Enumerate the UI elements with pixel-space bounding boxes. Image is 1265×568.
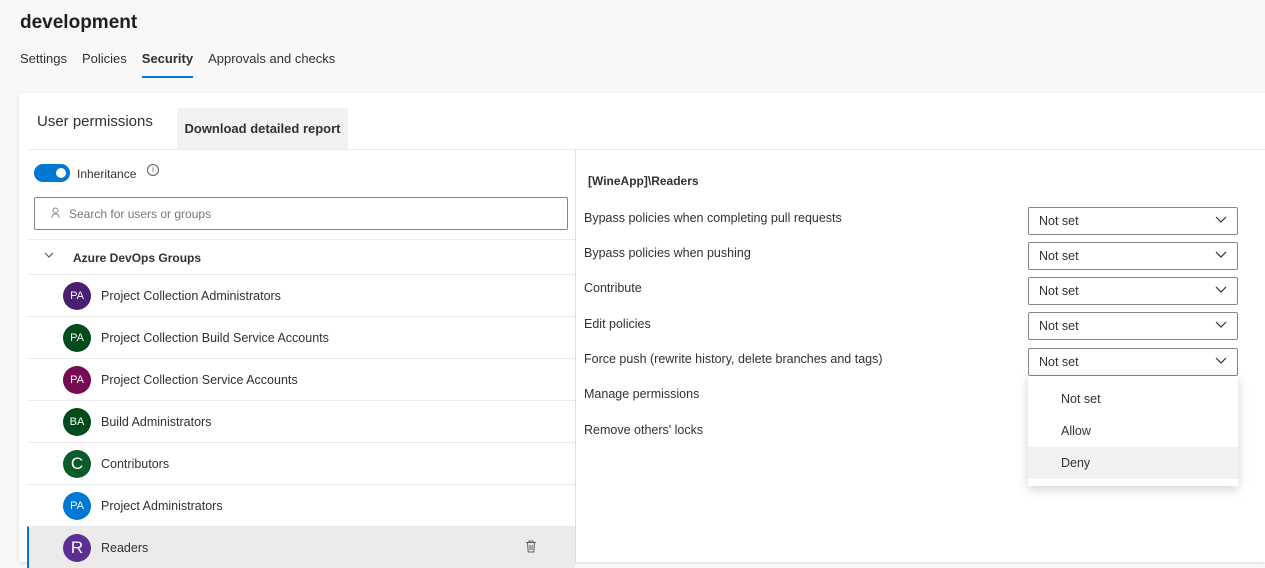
permission-label: Edit policies [584, 317, 651, 331]
option-label: Deny [1061, 456, 1091, 470]
permission-dropdown-menu: Not set Allow Deny [1028, 376, 1238, 486]
tab-settings[interactable]: Settings [20, 50, 67, 78]
list-item-label: Contributors [101, 457, 170, 471]
tab-security[interactable]: Security [141, 50, 194, 78]
permission-label: Contribute [584, 281, 642, 295]
option-label: Allow [1061, 424, 1091, 438]
list-item[interactable]: BA Build Administrators [27, 400, 575, 442]
chevron-down-icon [1215, 251, 1227, 258]
permission-label: Bypass policies when completing pull req… [584, 211, 842, 225]
list-item-label: Readers [101, 541, 149, 555]
select-value: Not set [1039, 249, 1079, 263]
permission-select-open[interactable]: Not set [1028, 348, 1238, 376]
list-item-label: Project Collection Build Service Account… [101, 331, 329, 345]
card-title: User permissions [37, 113, 153, 130]
toggle-knob [56, 168, 66, 178]
group-header-label: Azure DevOps Groups [73, 251, 202, 265]
page-title: development [20, 12, 138, 33]
select-value: Not set [1039, 355, 1079, 369]
list-item[interactable]: PA Project Collection Service Accounts [27, 358, 575, 400]
permission-label: Force push (rewrite history, delete bran… [584, 352, 883, 366]
list-item[interactable]: PA Project Collection Administrators [27, 274, 575, 316]
list-item-label: Project Administrators [101, 499, 223, 513]
trash-icon[interactable] [525, 540, 537, 553]
inheritance-toggle[interactable] [34, 164, 70, 182]
permission-select[interactable]: Not set [1028, 242, 1238, 270]
chevron-down-icon [1215, 286, 1227, 293]
avatar: PA [63, 324, 91, 352]
permission-label: Manage permissions [584, 387, 700, 401]
chevron-down-icon [1215, 216, 1227, 223]
list-item[interactable]: C Contributors [27, 442, 575, 484]
list-item-label: Project Collection Administrators [101, 289, 281, 303]
search-input[interactable] [67, 198, 551, 229]
dropdown-option-not-set[interactable]: Not set [1028, 383, 1238, 415]
permission-label: Bypass policies when pushing [584, 246, 751, 260]
tab-bar: Settings Policies Security Approvals and… [20, 50, 350, 78]
tab-policies[interactable]: Policies [82, 50, 127, 78]
avatar: C [63, 450, 91, 478]
avatar: PA [63, 282, 91, 310]
group-header-azure-devops[interactable]: Azure DevOps Groups [27, 239, 575, 274]
list-item[interactable]: PA Project Collection Build Service Acco… [27, 316, 575, 358]
chevron-down-icon [1215, 321, 1227, 328]
list-item-label: Project Collection Service Accounts [101, 373, 298, 387]
inheritance-label: Inheritance [77, 167, 137, 181]
avatar: PA [63, 492, 91, 520]
option-label: Not set [1061, 392, 1101, 406]
select-value: Not set [1039, 319, 1079, 333]
groups-panel: Inheritance i Azure DevOps Groups PA Pro… [27, 149, 576, 568]
permissions-card: User permissions Download detailed repor… [19, 93, 1265, 568]
search-box [34, 197, 568, 230]
select-value: Not set [1039, 284, 1079, 298]
permission-select[interactable]: Not set [1028, 277, 1238, 305]
permission-label: Remove others' locks [584, 423, 704, 437]
dropdown-option-allow[interactable]: Allow [1028, 415, 1238, 447]
permissions-panel: [WineApp]\Readers Bypass policies when c… [576, 149, 1265, 563]
selected-group-title: [WineApp]\Readers [588, 174, 699, 188]
permission-select[interactable]: Not set [1028, 312, 1238, 340]
avatar: PA [63, 366, 91, 394]
dropdown-option-deny[interactable]: Deny [1028, 447, 1238, 479]
permission-select[interactable]: Not set [1028, 207, 1238, 235]
info-icon[interactable]: i [147, 164, 159, 176]
avatar: BA [63, 408, 91, 436]
avatar: R [63, 534, 91, 562]
chevron-down-icon [1215, 357, 1227, 364]
search-icon [51, 207, 60, 219]
chevron-down-icon [44, 252, 54, 258]
tab-approvals-and-checks[interactable]: Approvals and checks [208, 50, 335, 78]
select-value: Not set [1039, 214, 1079, 228]
download-report-button[interactable]: Download detailed report [177, 108, 348, 149]
list-item-label: Build Administrators [101, 415, 212, 429]
list-item[interactable]: PA Project Administrators [27, 484, 575, 526]
group-list: Azure DevOps Groups PA Project Collectio… [27, 239, 575, 568]
